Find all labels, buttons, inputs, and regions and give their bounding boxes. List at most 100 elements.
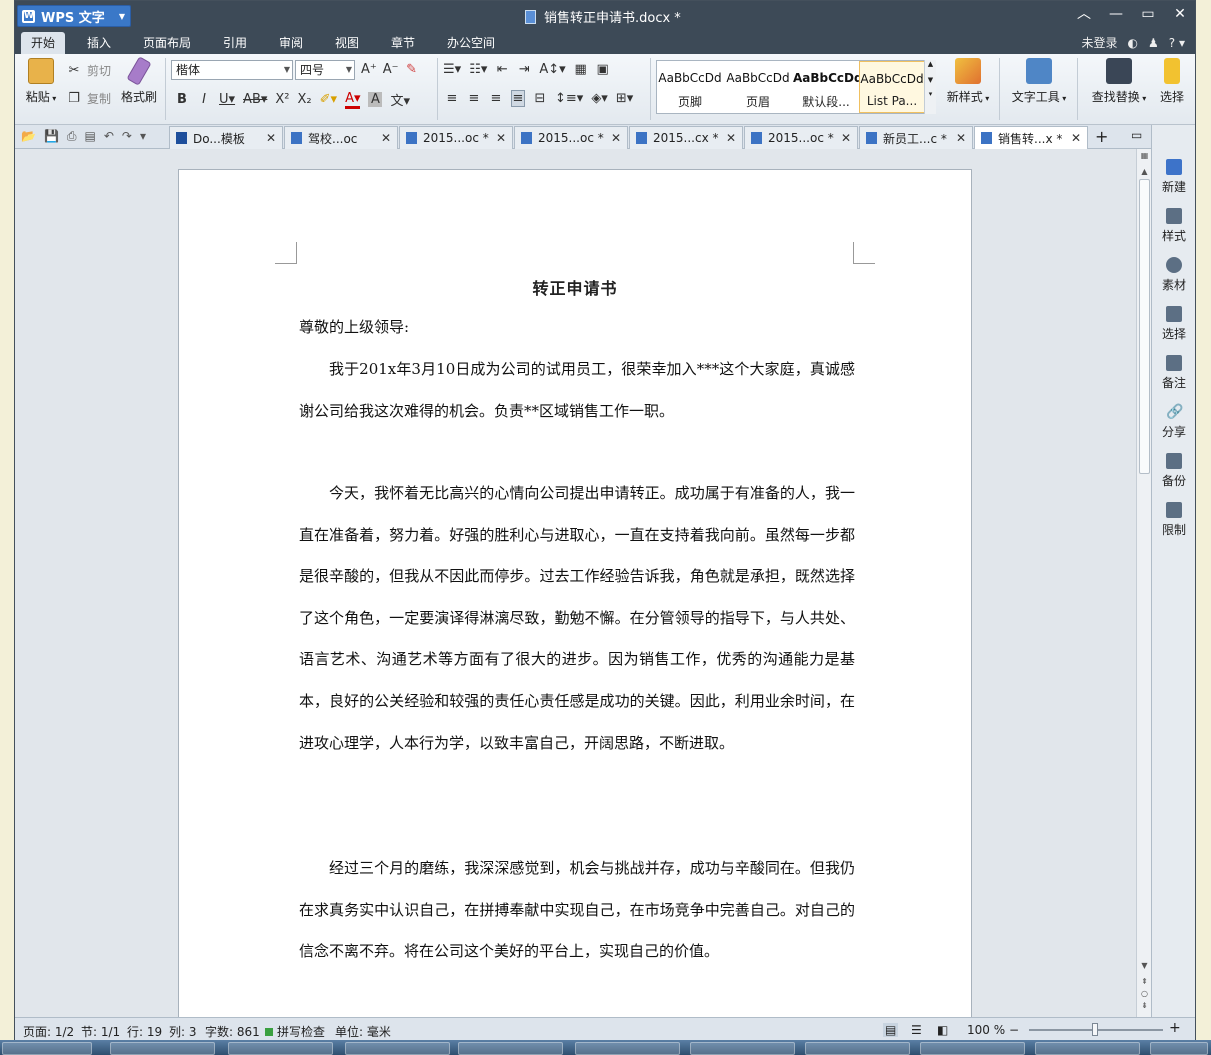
tab-home[interactable]: 开始: [21, 32, 66, 54]
new-style-button[interactable]: 新样式 ▾: [941, 58, 995, 105]
close-icon[interactable]: ✕: [956, 131, 966, 145]
align-center-icon[interactable]: ≡: [467, 91, 481, 106]
redo-icon[interactable]: ↷: [122, 129, 132, 144]
doc-tab[interactable]: 2015...oc * ✕: [744, 126, 858, 149]
superscript-icon[interactable]: X²: [275, 92, 289, 107]
task-backup[interactable]: 备份: [1152, 453, 1196, 489]
save-icon[interactable]: 💾: [44, 129, 59, 144]
distribute-icon[interactable]: ⊟: [533, 91, 547, 106]
taskbar-item[interactable]: [805, 1042, 910, 1055]
spell-check-toggle[interactable]: 拼写检查: [265, 1023, 325, 1040]
outline-view-icon[interactable]: ☰: [911, 1023, 922, 1037]
app-menu-button[interactable]: W WPS 文字 ▼: [17, 5, 131, 27]
show-marks-icon[interactable]: ▣: [596, 62, 610, 77]
customize-icon[interactable]: ▾: [140, 129, 146, 144]
paste-button[interactable]: 粘贴 ▾: [21, 58, 61, 105]
close-icon[interactable]: ✕: [611, 131, 621, 145]
text-tools-button[interactable]: 文字工具 ▾: [1007, 58, 1071, 105]
tab-chapter[interactable]: 章节: [381, 32, 425, 54]
print-preview-icon[interactable]: ▤: [85, 129, 96, 144]
style-footer[interactable]: AaBbCcDd 页脚: [657, 61, 723, 113]
style-list-paragraph[interactable]: AaBbCcDd List Pa...: [859, 61, 925, 113]
page-view-icon[interactable]: ▤: [883, 1023, 899, 1037]
numbered-list-icon[interactable]: ☷▾: [469, 62, 487, 77]
task-comment[interactable]: 备注: [1152, 355, 1196, 391]
tab-insert[interactable]: 插入: [77, 32, 121, 54]
tab-view[interactable]: 视图: [325, 32, 369, 54]
taskbar-item[interactable]: [345, 1042, 450, 1055]
zoom-level[interactable]: 100 %: [967, 1023, 1005, 1037]
strikethrough-icon[interactable]: AB▾: [243, 92, 267, 107]
close-icon[interactable]: ✕: [496, 131, 506, 145]
table-icon[interactable]: ▦: [574, 62, 588, 77]
font-size-select[interactable]: 四号 ▼: [295, 60, 355, 80]
phonetic-icon[interactable]: 文▾: [390, 90, 410, 109]
doc-tab[interactable]: 新员工...c * ✕: [859, 126, 973, 149]
status-unit[interactable]: 单位: 毫米: [335, 1023, 391, 1040]
prev-page-icon[interactable]: ⇞: [1137, 977, 1152, 986]
tab-office-space[interactable]: 办公空间: [437, 32, 505, 54]
increase-indent-icon[interactable]: ⇥: [517, 62, 531, 77]
scroll-down-icon[interactable]: ▼: [1137, 961, 1152, 970]
document-page[interactable]: 转正申请书 尊敬的上级领导: 我于201x年3月10日成为公司的试用员工，很荣幸…: [178, 169, 972, 1017]
skin-icon[interactable]: ◐: [1128, 36, 1138, 50]
find-replace-button[interactable]: 查找替换 ▾: [1087, 58, 1151, 105]
italic-icon[interactable]: I: [197, 92, 211, 107]
shrink-font-icon[interactable]: A⁻: [383, 62, 399, 77]
doc-tab[interactable]: 2015...oc * ✕: [514, 126, 628, 149]
doc-tab[interactable]: 驾校...oc ✕: [284, 126, 398, 149]
vertical-scrollbar[interactable]: ▦ ▲ ▼ ⇞ ○ ⇟: [1136, 149, 1151, 1017]
taskbar-item[interactable]: [458, 1042, 563, 1055]
close-icon[interactable]: ✕: [726, 131, 736, 145]
bold-icon[interactable]: B: [175, 92, 189, 107]
close-icon[interactable]: ✕: [841, 131, 851, 145]
chevron-down-icon[interactable]: ▼: [925, 76, 936, 84]
text-direction-icon[interactable]: A↕▾: [539, 62, 565, 77]
format-painter-button[interactable]: 格式刷: [117, 56, 161, 105]
scroll-thumb[interactable]: [1139, 179, 1150, 474]
highlight-icon[interactable]: ✐▾: [320, 92, 337, 107]
font-name-select[interactable]: 楷体 ▼: [171, 60, 293, 80]
close-icon[interactable]: ✕: [266, 131, 276, 145]
doc-tab[interactable]: Do...模板 ✕: [169, 126, 283, 149]
close-icon[interactable]: ✕: [1071, 131, 1081, 145]
copy-button[interactable]: ❐ 复制: [67, 90, 111, 107]
borders-icon[interactable]: ⊞▾: [616, 91, 633, 106]
doc-tab[interactable]: 2015...oc * ✕: [399, 126, 513, 149]
zoom-out-icon[interactable]: −: [1009, 1023, 1019, 1037]
taskbar-item[interactable]: [690, 1042, 795, 1055]
doc-tab-active[interactable]: 销售转...x * ✕: [974, 126, 1088, 149]
tab-references[interactable]: 引用: [213, 32, 257, 54]
next-page-icon[interactable]: ⇟: [1137, 1001, 1152, 1010]
align-left-icon[interactable]: ≡: [445, 91, 459, 106]
shirt-icon[interactable]: ♟: [1148, 36, 1159, 50]
zoom-slider-knob[interactable]: [1092, 1023, 1098, 1036]
new-tab-icon[interactable]: +: [1095, 127, 1108, 146]
chevron-up-icon[interactable]: ▲: [925, 60, 936, 68]
style-default-paragraph[interactable]: AaBbCcDd 默认段...: [793, 61, 863, 113]
collapse-ribbon-icon[interactable]: ︿: [1075, 5, 1093, 23]
expand-icon[interactable]: ▾: [925, 90, 936, 98]
line-spacing-icon[interactable]: ↕≡▾: [555, 91, 583, 106]
task-restrict[interactable]: 限制: [1152, 502, 1196, 538]
select-browse-icon[interactable]: ○: [1137, 989, 1152, 998]
shading-icon[interactable]: ◈▾: [591, 91, 608, 106]
task-materials[interactable]: 素材: [1152, 257, 1196, 293]
taskbar-item[interactable]: [920, 1042, 1025, 1055]
taskbar-item[interactable]: [2, 1042, 92, 1055]
styles-scroll[interactable]: ▲ ▼ ▾: [924, 60, 936, 114]
task-share[interactable]: 🔗 分享: [1152, 404, 1196, 440]
task-select[interactable]: 选择: [1152, 306, 1196, 342]
open-icon[interactable]: 📂: [21, 129, 36, 144]
justify-icon[interactable]: ≡: [511, 90, 525, 107]
undo-icon[interactable]: ↶: [104, 129, 114, 144]
style-header[interactable]: AaBbCcDd 页眉: [725, 61, 791, 113]
print-icon[interactable]: ⎙: [67, 129, 77, 144]
task-styles[interactable]: 样式: [1152, 208, 1196, 244]
status-word-count[interactable]: 字数: 861: [205, 1023, 260, 1040]
task-new[interactable]: 新建: [1152, 159, 1196, 195]
close-icon[interactable]: ✕: [381, 131, 391, 145]
char-shading-icon[interactable]: A: [368, 92, 383, 107]
taskbar-item[interactable]: [575, 1042, 680, 1055]
decrease-indent-icon[interactable]: ⇤: [495, 62, 509, 77]
